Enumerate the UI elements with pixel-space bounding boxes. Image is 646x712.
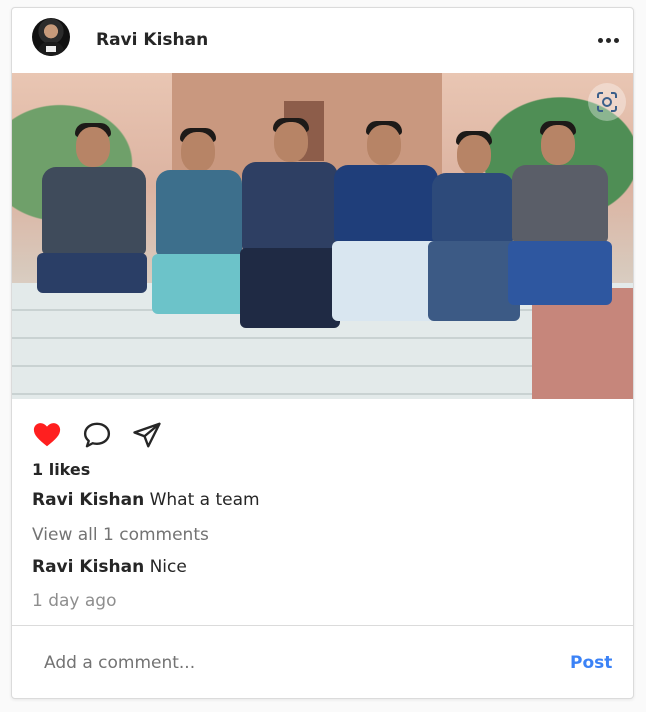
comment-item: Ravi Kishan Nice xyxy=(32,557,187,577)
post-caption: Ravi Kishan What a team xyxy=(32,490,260,510)
comment-author[interactable]: Ravi Kishan xyxy=(32,557,144,577)
post-username[interactable]: Ravi Kishan xyxy=(96,30,208,50)
post-photo[interactable] xyxy=(12,73,633,399)
divider xyxy=(12,625,633,626)
avatar-shirt-print xyxy=(46,46,56,52)
post-header: Ravi Kishan xyxy=(12,8,633,73)
scan-icon[interactable] xyxy=(588,83,626,121)
avatar[interactable] xyxy=(32,18,70,56)
heart-icon[interactable] xyxy=(32,420,62,450)
send-icon[interactable] xyxy=(132,420,162,450)
caption-author[interactable]: Ravi Kishan xyxy=(32,490,144,510)
caption-text: What a team xyxy=(149,490,260,510)
view-comments-link[interactable]: View all 1 comments xyxy=(32,525,209,545)
post-button[interactable]: Post xyxy=(570,653,612,673)
post-timestamp: 1 day ago xyxy=(32,591,117,611)
more-horizontal-icon[interactable] xyxy=(596,32,620,48)
comment-icon[interactable] xyxy=(82,420,112,450)
comment-input[interactable] xyxy=(42,642,546,684)
comment-text: Nice xyxy=(149,557,187,577)
post-card: Ravi Kishan 1 likes Ravi Kishan What a t… xyxy=(11,7,634,699)
likes-count[interactable]: 1 likes xyxy=(32,460,90,479)
